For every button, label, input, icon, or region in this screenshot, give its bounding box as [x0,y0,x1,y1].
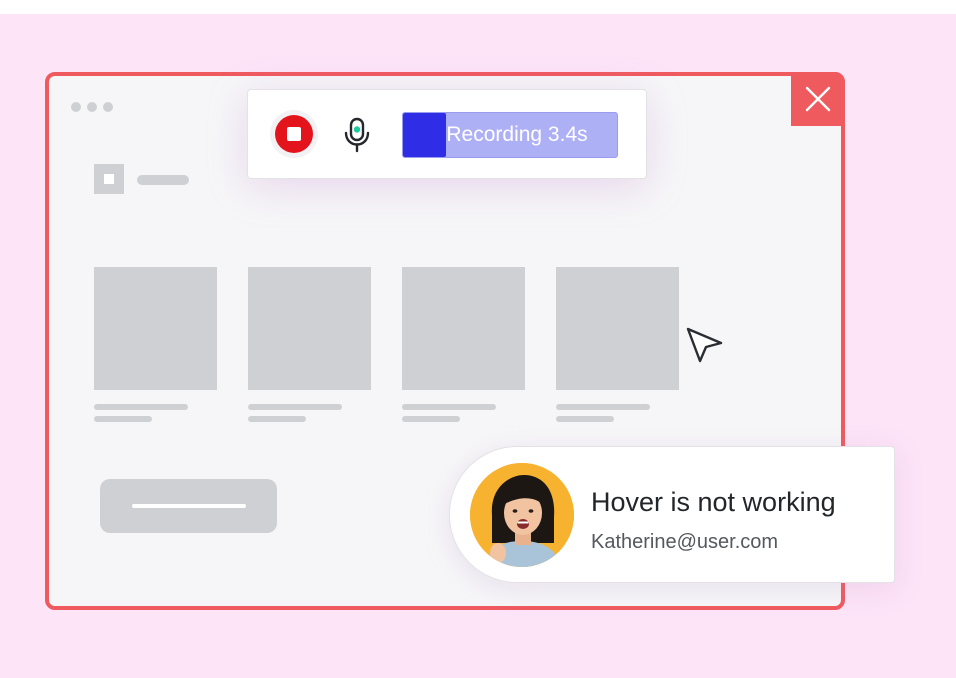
site-logo-placeholder [94,164,124,194]
card-image-placeholder [556,267,679,390]
window-dot [71,102,81,112]
card-text-placeholder [94,416,152,422]
card-image-placeholder [248,267,371,390]
recording-progress-bar: Recording 3.4s [402,112,618,158]
button-label-placeholder [131,504,246,508]
card-text-placeholder [248,416,306,422]
stop-icon [275,115,313,153]
card-image-placeholder [402,267,525,390]
product-card[interactable] [402,267,525,422]
product-card[interactable] [248,267,371,422]
placeholder-button[interactable] [100,479,277,533]
card-text-placeholder [556,404,650,410]
window-dot [103,102,113,112]
product-card[interactable] [556,267,679,422]
close-button[interactable] [791,72,845,126]
card-image-placeholder [94,267,217,390]
product-card[interactable] [94,267,217,422]
comment-title: Hover is not working [591,487,836,517]
card-text-placeholder [94,404,188,410]
card-text-placeholder [248,404,342,410]
microphone-button[interactable] [338,116,376,154]
recording-progress-label: Recording 3.4s [446,123,588,146]
avatar [470,463,574,567]
close-icon [805,86,831,112]
window-dot [87,102,97,112]
mouse-pointer-icon [686,327,723,363]
microphone-icon [344,117,370,153]
recording-toolbar: Recording 3.4s [247,89,647,179]
top-band [0,0,956,14]
comment-author-email: Katherine@user.com [591,531,779,553]
card-text-placeholder [402,416,460,422]
card-text-placeholder [556,416,614,422]
stop-recording-button[interactable] [270,110,318,158]
comment-card[interactable]: Hover is not working Katherine@user.com [449,446,895,583]
site-title-placeholder [137,175,189,185]
card-text-placeholder [402,404,496,410]
window-controls [71,102,113,112]
